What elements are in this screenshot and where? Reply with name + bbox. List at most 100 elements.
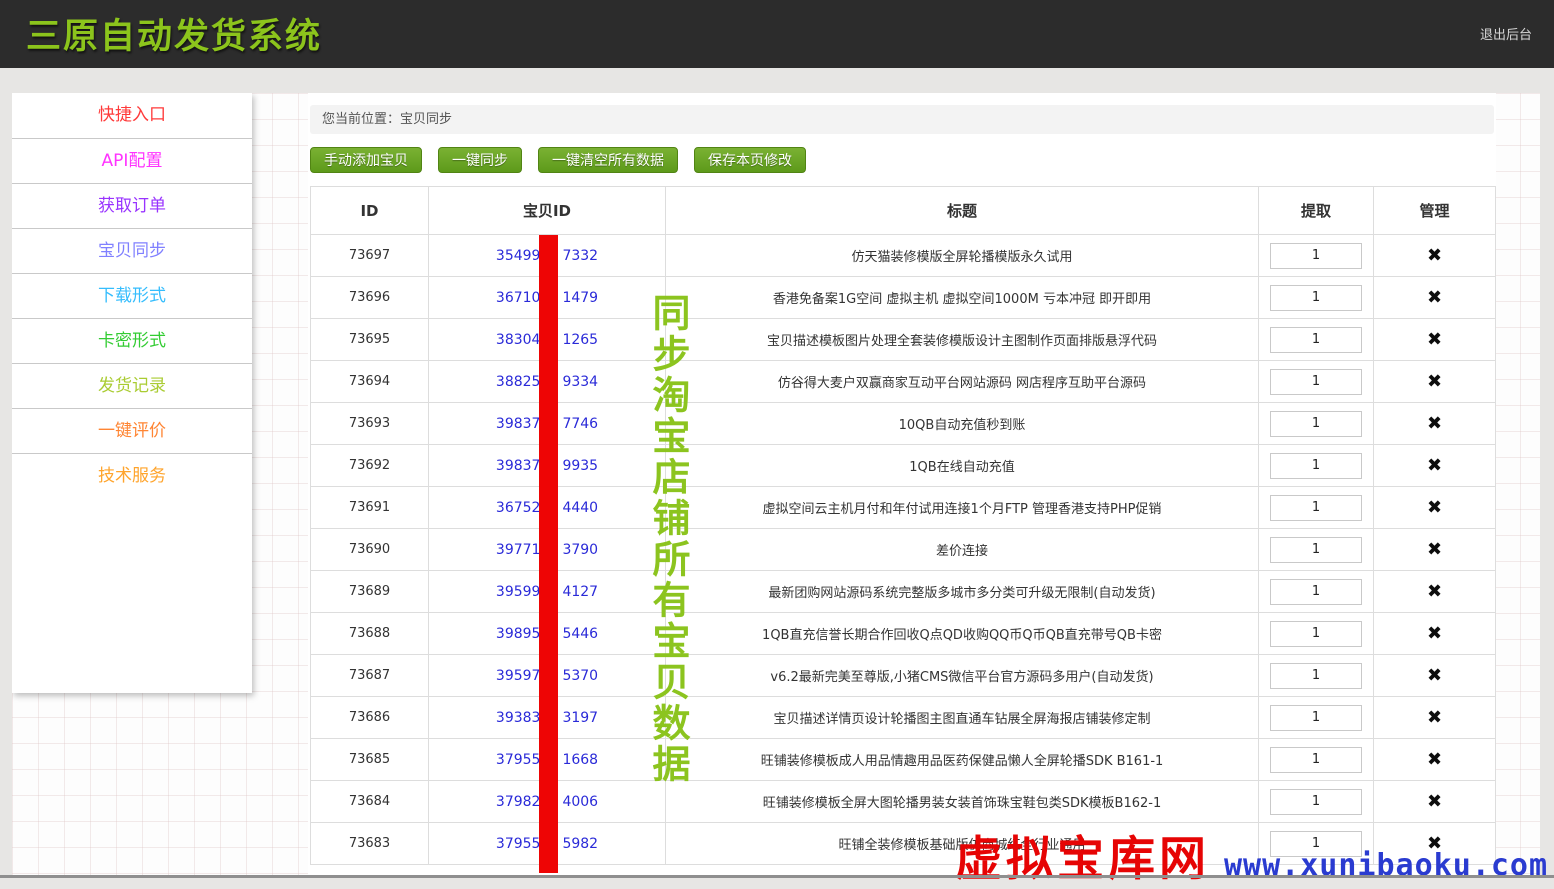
sidebar: 快捷入口API配置获取订单宝贝同步下载形式卡密形式发货记录一键评价技术服务: [12, 93, 252, 693]
table-row: 736883989554461QB直充信誉长期合作回收Q点QD收购QQ币Q币QB…: [311, 613, 1496, 655]
manage-cell: ✖: [1374, 277, 1496, 319]
delete-icon[interactable]: ✖: [1427, 497, 1442, 518]
delete-icon[interactable]: ✖: [1427, 749, 1442, 770]
delete-icon[interactable]: ✖: [1427, 245, 1442, 266]
breadcrumb: 您当前位置：宝贝同步: [310, 105, 1494, 134]
extract-input[interactable]: [1270, 621, 1362, 647]
extract-cell: [1259, 781, 1374, 823]
item-title: v6.2最新完美至尊版,小猪CMS微信平台官方源码多用户(自动发货): [666, 655, 1259, 697]
extract-input[interactable]: [1270, 579, 1362, 605]
delete-icon[interactable]: ✖: [1427, 371, 1442, 392]
extract-input[interactable]: [1270, 369, 1362, 395]
sidebar-item[interactable]: 快捷入口: [12, 93, 252, 138]
sidebar-item[interactable]: 获取订单: [12, 183, 252, 228]
item-title: 旺铺装修模板成人用品情趣用品医药保健品懒人全屏轮播SDK B161-1: [666, 739, 1259, 781]
row-id: 73690: [311, 529, 429, 571]
delete-icon[interactable]: ✖: [1427, 623, 1442, 644]
delete-icon[interactable]: ✖: [1427, 539, 1442, 560]
delete-icon[interactable]: ✖: [1427, 665, 1442, 686]
column-header: 管理: [1374, 187, 1496, 235]
sidebar-item[interactable]: API配置: [12, 138, 252, 183]
site-watermark-cn: 虚拟宝库网: [955, 832, 1210, 887]
sidebar-item[interactable]: 卡密形式: [12, 318, 252, 363]
extract-cell: [1259, 487, 1374, 529]
extract-input[interactable]: [1270, 495, 1362, 521]
extract-input[interactable]: [1270, 789, 1362, 815]
toolbar-button[interactable]: 一键清空所有数据: [538, 147, 678, 173]
manage-cell: ✖: [1374, 361, 1496, 403]
row-id: 73691: [311, 487, 429, 529]
column-header: 提取: [1259, 187, 1374, 235]
extract-cell: [1259, 655, 1374, 697]
table-row: 73696367101479香港免备案1G空间 虚拟主机 虚拟空间1000M 亏…: [311, 277, 1496, 319]
item-title: 宝贝描述模板图片处理全套装修模版设计主图制作页面排版悬浮代码: [666, 319, 1259, 361]
app-header: 三原自动发货系统 退出后台: [0, 0, 1554, 68]
extract-input[interactable]: [1270, 327, 1362, 353]
manage-cell: ✖: [1374, 403, 1496, 445]
row-id: 73697: [311, 235, 429, 277]
extract-cell: [1259, 697, 1374, 739]
item-title: 1QB在线自动充值: [666, 445, 1259, 487]
delete-icon[interactable]: ✖: [1427, 581, 1442, 602]
item-title: 10QB自动充值秒到账: [666, 403, 1259, 445]
toolbar: 手动添加宝贝一键同步一键清空所有数据保存本页修改: [310, 147, 1496, 174]
manage-cell: ✖: [1374, 487, 1496, 529]
column-header: 标题: [666, 187, 1259, 235]
row-id: 73684: [311, 781, 429, 823]
extract-input[interactable]: [1270, 411, 1362, 437]
sidebar-item[interactable]: 宝贝同步: [12, 228, 252, 273]
sidebar-item[interactable]: 发货记录: [12, 363, 252, 408]
row-id: 73689: [311, 571, 429, 613]
delete-icon[interactable]: ✖: [1427, 413, 1442, 434]
row-id: 73692: [311, 445, 429, 487]
row-id: 73688: [311, 613, 429, 655]
delete-icon[interactable]: ✖: [1427, 707, 1442, 728]
extract-cell: [1259, 235, 1374, 277]
toolbar-button[interactable]: 一键同步: [438, 147, 522, 173]
toolbar-button[interactable]: 保存本页修改: [694, 147, 806, 173]
extract-input[interactable]: [1270, 243, 1362, 269]
table-row: 73687395975370v6.2最新完美至尊版,小猪CMS微信平台官方源码多…: [311, 655, 1496, 697]
manage-cell: ✖: [1374, 319, 1496, 361]
item-title: 虚拟空间云主机月付和年付试用连接1个月FTP 管理香港支持PHP促销: [666, 487, 1259, 529]
delete-icon[interactable]: ✖: [1427, 455, 1442, 476]
extract-input[interactable]: [1270, 747, 1362, 773]
table-row: 73686393833197宝贝描述详情页设计轮播图主图直通车钻展全屏海报店铺装…: [311, 697, 1496, 739]
row-id: 73686: [311, 697, 429, 739]
extract-input[interactable]: [1270, 285, 1362, 311]
row-id: 73696: [311, 277, 429, 319]
table-row: 73697354997332仿天猫装修模版全屏轮播模版永久试用✖: [311, 235, 1496, 277]
manage-cell: ✖: [1374, 739, 1496, 781]
delete-icon[interactable]: ✖: [1427, 287, 1442, 308]
extract-input[interactable]: [1270, 663, 1362, 689]
extract-cell: [1259, 403, 1374, 445]
sidebar-item[interactable]: 一键评价: [12, 408, 252, 453]
item-title: 仿谷得大麦户双赢商家互动平台网站源码 网店程序互助平台源码: [666, 361, 1259, 403]
extract-input[interactable]: [1270, 537, 1362, 563]
delete-icon[interactable]: ✖: [1427, 791, 1442, 812]
sidebar-item[interactable]: 技术服务: [12, 453, 252, 498]
item-title: 仿天猫装修模版全屏轮播模版永久试用: [666, 235, 1259, 277]
toolbar-button[interactable]: 手动添加宝贝: [310, 147, 422, 173]
sidebar-item[interactable]: 下载形式: [12, 273, 252, 318]
row-id: 73694: [311, 361, 429, 403]
table-row: 73684379824006旺铺装修模板全屏大图轮播男装女装首饰珠宝鞋包类SDK…: [311, 781, 1496, 823]
table-row: 73695383041265宝贝描述模板图片处理全套装修模版设计主图制作页面排版…: [311, 319, 1496, 361]
row-id: 73687: [311, 655, 429, 697]
extract-input[interactable]: [1270, 453, 1362, 479]
extract-cell: [1259, 529, 1374, 571]
row-id: 73695: [311, 319, 429, 361]
vertical-watermark: 同步淘宝店铺所有宝贝数据: [646, 293, 690, 785]
extract-cell: [1259, 739, 1374, 781]
logout-link[interactable]: 退出后台: [1480, 24, 1532, 43]
item-title: 旺铺装修模板全屏大图轮播男装女装首饰珠宝鞋包类SDK模板B162-1: [666, 781, 1259, 823]
item-title: 1QB直充信誉长期合作回收Q点QD收购QQ币Q币QB直充带号QB卡密: [666, 613, 1259, 655]
table-header: ID宝贝ID标题提取管理: [311, 187, 1496, 235]
extract-input[interactable]: [1270, 705, 1362, 731]
items-table: ID宝贝ID标题提取管理 73697354997332仿天猫装修模版全屏轮播模版…: [310, 186, 1496, 865]
manage-cell: ✖: [1374, 655, 1496, 697]
table-row: 73689395994127最新团购网站源码系统完整版多城市多分类可升级无限制(…: [311, 571, 1496, 613]
table-row: 7369339837774610QB自动充值秒到账✖: [311, 403, 1496, 445]
delete-icon[interactable]: ✖: [1427, 329, 1442, 350]
main-panel: 您当前位置：宝贝同步 手动添加宝贝一键同步一键清空所有数据保存本页修改 ID宝贝…: [308, 93, 1496, 876]
